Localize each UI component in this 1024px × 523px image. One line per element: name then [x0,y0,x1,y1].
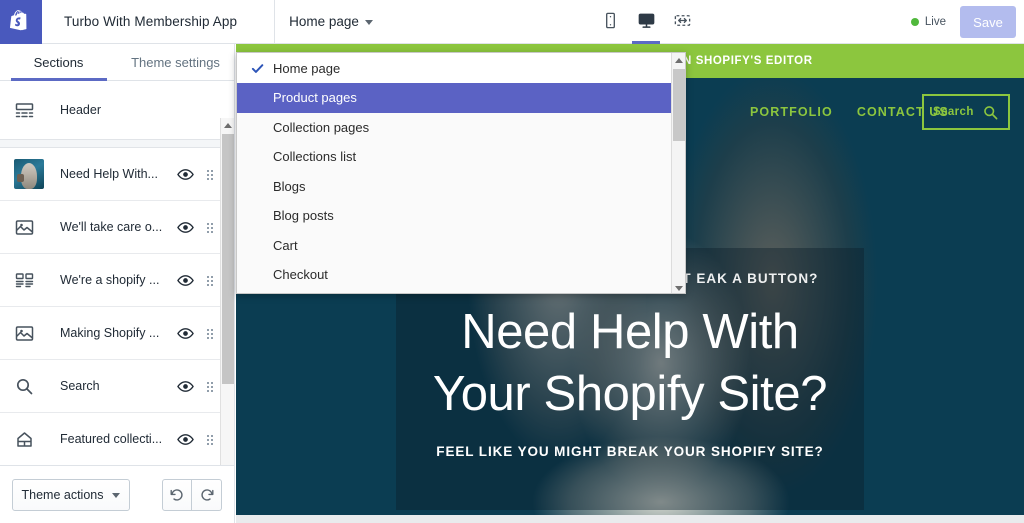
dropdown-item-label: Collection pages [273,119,370,135]
eye-icon[interactable] [172,325,198,342]
dropdown-item-blog-posts[interactable]: Blog posts [237,201,685,231]
eye-icon[interactable] [172,272,198,289]
sidebar-item-were-a-shopify[interactable]: We're a shopify ... [0,254,234,307]
dropdown-item-checkout[interactable]: Checkout [237,260,685,290]
drag-handle-icon[interactable] [198,221,220,233]
eye-icon[interactable] [172,378,198,395]
tab-sections[interactable]: Sections [0,44,117,80]
hero-title-line-2: Your Shopify Site? [432,367,828,421]
sidebar-item-header-label: Header [60,103,101,117]
top-bar: Turbo With Membership App Home page Live… [0,0,1024,44]
shop-title: Turbo With Membership App [64,14,238,29]
sidebar-item-making-shopify[interactable]: Making Shopify ... [0,307,234,360]
theme-actions-label: Theme actions [21,487,104,502]
image-banner-icon [14,323,44,344]
page-selector-label: Home page [289,14,359,29]
dropdown-item-label: Product pages [273,90,357,106]
sidebar-item-label: Search [60,379,100,393]
dropdown-item-home-page[interactable]: Home page [237,53,685,83]
dropdown-scrollbar[interactable] [671,53,685,293]
drag-handle-icon[interactable] [198,168,220,180]
dropdown-item-product-pages[interactable]: Product pages [237,83,685,113]
eye-icon[interactable] [172,431,198,448]
check-icon [251,62,269,75]
store-search-box[interactable]: Search [922,94,1010,130]
dropdown-item-collections-list[interactable]: Collections list [237,142,685,172]
tab-sections-label: Sections [33,54,84,70]
dropdown-item-label: Cart [273,237,298,253]
hero-subtitle: FEEL LIKE YOU MIGHT BREAK YOUR SHOPIFY S… [436,444,824,459]
mobile-view-button[interactable] [598,0,622,44]
desktop-view-button[interactable] [632,0,660,44]
tab-theme-settings[interactable]: Theme settings [117,44,234,80]
live-label: Live [924,16,946,28]
sidebar-item-label: Making Shopify ... [60,326,160,340]
redo-icon[interactable] [192,478,222,511]
page-selector-dropdown[interactable]: Home page Product pages Collection pages… [236,52,686,294]
hero-title: Need Help With Your Shopify Site? [236,301,1024,425]
theme-actions-button[interactable]: Theme actions [12,478,130,511]
drag-handle-icon[interactable] [198,274,220,286]
dropdown-item-label: Checkout [273,267,328,283]
sidebar-item-need-help[interactable]: Need Help With... [0,148,234,201]
dropdown-item-blogs[interactable]: Blogs [237,172,685,202]
device-toggle-group [598,0,694,44]
scroll-down-icon[interactable] [672,281,685,293]
dropdown-item-label: Home page [273,60,341,76]
search-icon [14,376,44,397]
dropdown-item-label: Collections list [273,149,357,165]
drag-handle-icon[interactable] [198,327,220,339]
chevron-down-icon [112,493,121,498]
drag-handle-icon[interactable] [198,380,220,392]
sidebar-item-label: Need Help With... [60,167,158,181]
scroll-up-icon[interactable] [672,53,685,67]
sidebar-footer: Theme actions [0,465,234,523]
sidebar-item-label: We'll take care o... [60,220,163,234]
shopify-theme-editor: Turbo With Membership App Home page Live… [0,0,1024,523]
shopify-logo-icon[interactable] [0,0,42,44]
dropdown-item-collection-pages[interactable]: Collection pages [237,113,685,143]
header-layout-icon [14,100,44,121]
search-icon [983,105,998,119]
sidebar-item-header[interactable]: Header [0,81,234,139]
sidebar-item-label: We're a shopify ... [60,273,160,287]
hero-title-line-1: Need Help With [461,305,799,359]
collection-icon [14,429,44,450]
topbar-right-group: Live Save [910,0,1024,44]
sidebar-item-search[interactable]: Search [0,360,234,413]
nav-links: PORTFOLIO CONTACT US [750,90,949,134]
dropdown-item-cart[interactable]: Cart [237,231,685,261]
status-badge: Live [910,16,946,28]
eye-icon[interactable] [172,166,198,183]
rich-text-columns-icon [14,270,44,291]
dropdown-item-label: Blog posts [273,208,334,224]
sidebar: Sections Theme settings Header Need Help… [0,44,235,523]
dropdown-scrollbar-thumb[interactable] [673,69,685,141]
sidebar-scrollbar-thumb[interactable] [222,134,234,384]
drag-handle-icon[interactable] [198,433,220,445]
scroll-up-icon[interactable] [221,118,234,132]
chevron-down-icon [364,20,373,25]
sidebar-scrollbar[interactable] [220,118,234,465]
sidebar-item-label: Featured collecti... [60,432,163,446]
tab-theme-settings-label: Theme settings [131,54,220,70]
sections-list: Header Need Help With... We'll take care… [0,81,234,465]
image-thumbnail [14,159,44,189]
sidebar-item-featured-collection[interactable]: Featured collecti... [0,413,234,465]
store-search-label: Search [933,106,974,118]
page-selector[interactable]: Home page [275,0,387,44]
sidebar-item-well-take-care[interactable]: We'll take care o... [0,201,234,254]
sidebar-tabs: Sections Theme settings [0,44,234,81]
preview-bottom-edge [236,515,1024,523]
history-button-group [162,478,222,511]
live-status-dot [910,18,919,26]
save-button[interactable]: Save [960,6,1016,38]
image-banner-icon [14,217,44,238]
eye-icon[interactable] [172,219,198,236]
sections-group-divider [0,139,234,148]
fullwidth-view-button[interactable] [670,0,694,44]
dropdown-item-label: Blogs [273,178,306,194]
nav-link-portfolio[interactable]: PORTFOLIO [750,105,833,119]
undo-icon[interactable] [162,478,192,511]
